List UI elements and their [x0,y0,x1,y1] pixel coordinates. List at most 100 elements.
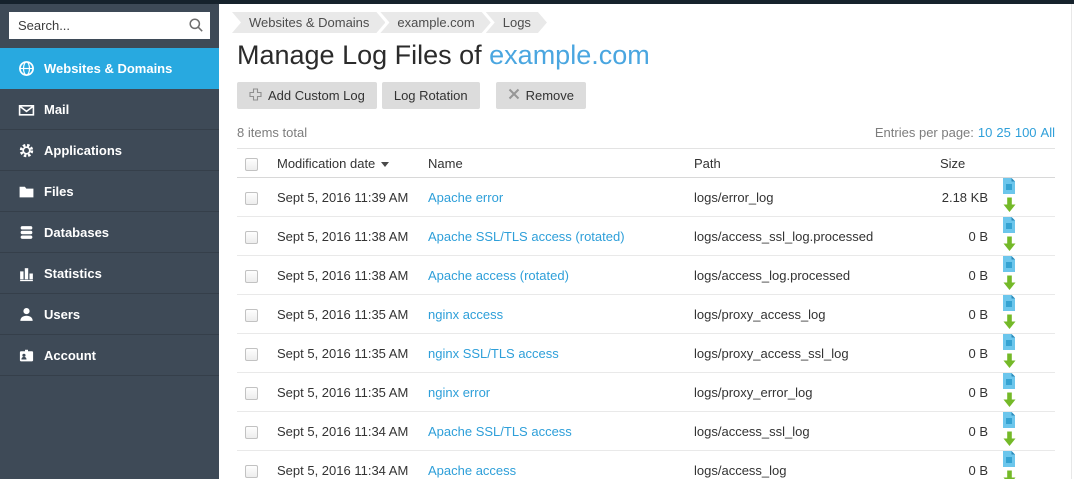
page-title: Manage Log Files of example.com [237,39,1055,71]
row-checkbox[interactable] [245,269,258,283]
download-log-icon[interactable] [1002,353,1017,372]
table-row: Sept 5, 2016 11:35 AM nginx access logs/… [237,295,1055,334]
log-rotation-label: Log Rotation [393,88,468,104]
entries-per-page: Entries per page: 10 25 100 All [875,125,1055,140]
view-log-icon[interactable] [1002,334,1016,353]
log-path: logs/access_log [694,462,787,478]
view-log-icon[interactable] [1002,178,1016,197]
breadcrumb-item[interactable]: example.com [380,12,490,33]
remove-label: Remove [525,88,574,104]
log-name-link[interactable]: Apache access [428,463,516,478]
mail-icon [18,101,35,118]
sidebar: Websites & Domains Mail Applications Fil… [0,4,219,479]
breadcrumb: Websites & Domains example.com Logs [237,12,1055,33]
log-name-link[interactable]: nginx access [428,307,503,322]
table-row: Sept 5, 2016 11:38 AM Apache access (rot… [237,256,1055,295]
breadcrumb-item[interactable]: Logs [486,12,547,33]
log-name-link[interactable]: Apache SSL/TLS access (rotated) [428,229,625,244]
view-log-icon[interactable] [1002,373,1016,392]
column-header-modification-date[interactable]: Modification date [277,149,428,178]
table-row: Sept 5, 2016 11:35 AM nginx SSL/TLS acce… [237,334,1055,373]
table-row: Sept 5, 2016 11:39 AM Apache error logs/… [237,178,1055,217]
download-log-icon[interactable] [1002,236,1017,255]
bar-chart-icon [18,265,35,282]
sidebar-item-statistics[interactable]: Statistics [0,253,219,294]
sidebar-item-mail[interactable]: Mail [0,89,219,130]
log-size: 0 B [968,306,988,322]
row-checkbox[interactable] [245,347,258,361]
entries-per-page-label: Entries per page: [874,125,974,141]
sidebar-item-databases[interactable]: Databases [0,212,219,253]
sidebar-item-users[interactable]: Users [0,294,219,335]
log-size: 0 B [968,267,988,283]
log-name-link[interactable]: nginx error [428,385,490,400]
modification-date: Sept 5, 2016 11:35 AM [277,384,409,400]
folder-icon [18,183,35,200]
log-size: 2.18 KB [941,189,988,205]
page-size-option[interactable]: 25 [996,125,1010,140]
sidebar-item-label: Websites & Domains [44,60,173,76]
modification-date: Sept 5, 2016 11:39 AM [277,189,409,205]
download-log-icon[interactable] [1002,470,1017,479]
log-name-link[interactable]: Apache error [428,190,503,205]
table-row: Sept 5, 2016 11:35 AM nginx error logs/p… [237,373,1055,412]
row-checkbox[interactable] [245,191,258,205]
view-log-icon[interactable] [1002,295,1016,314]
page-size-option[interactable]: All [1041,125,1055,140]
sort-caret-icon [381,161,390,167]
log-path: logs/access_ssl_log.processed [694,228,874,244]
sidebar-item-files[interactable]: Files [0,171,219,212]
sidebar-item-label: Account [44,347,96,363]
globe-icon [18,60,35,77]
log-path: logs/proxy_access_log [694,306,826,322]
database-icon [18,224,35,241]
sidebar-item-applications[interactable]: Applications [0,130,219,171]
page-title-domain-link[interactable]: example.com [489,40,650,70]
log-path: logs/proxy_error_log [694,384,813,400]
row-checkbox[interactable] [245,425,258,439]
add-custom-log-label: Add Custom Log [268,88,365,104]
search-input[interactable] [9,12,210,39]
items-total: 8 items total [237,125,308,141]
view-log-icon[interactable] [1002,217,1016,236]
select-all-checkbox[interactable] [245,157,258,171]
table-row: Sept 5, 2016 11:38 AM Apache SSL/TLS acc… [237,217,1055,256]
view-log-icon[interactable] [1002,256,1016,275]
list-info-top: 8 items total Entries per page: 10 25 100 Al… [237,125,1055,140]
sidebar-item-account[interactable]: Account [0,335,219,376]
modification-date: Sept 5, 2016 11:34 AM [277,462,409,478]
row-checkbox[interactable] [245,464,258,478]
column-header-size[interactable]: Size [940,149,992,178]
page-size-option[interactable]: 10 [978,125,992,140]
gear-icon [18,142,35,159]
log-name-link[interactable]: Apache SSL/TLS access [428,424,572,439]
sidebar-item-websites-domains[interactable]: Websites & Domains [0,48,219,89]
log-name-link[interactable]: nginx SSL/TLS access [428,346,559,361]
add-custom-log-button[interactable]: Add Custom Log [237,82,377,110]
column-header-name[interactable]: Name [428,149,694,178]
row-checkbox[interactable] [245,230,258,244]
search-icon[interactable] [188,17,204,38]
view-log-icon[interactable] [1002,451,1016,470]
sidebar-item-label: Statistics [44,265,102,281]
breadcrumb-item[interactable]: Websites & Domains [232,12,385,33]
log-path: logs/access_ssl_log [694,423,810,439]
table-row: Sept 5, 2016 11:34 AM Apache SSL/TLS acc… [237,412,1055,451]
user-icon [18,306,35,323]
row-checkbox[interactable] [245,308,258,322]
download-log-icon[interactable] [1002,314,1017,333]
download-log-icon[interactable] [1002,197,1017,216]
download-log-icon[interactable] [1002,392,1017,411]
remove-button[interactable]: Remove [495,82,586,110]
log-rotation-button[interactable]: Log Rotation [381,82,480,110]
modification-date: Sept 5, 2016 11:38 AM [277,267,409,283]
log-size: 0 B [968,462,988,478]
log-files-table: Modification date Name Path Size Sept 5,… [237,148,1055,479]
row-checkbox[interactable] [245,386,258,400]
view-log-icon[interactable] [1002,412,1016,431]
log-name-link[interactable]: Apache access (rotated) [428,268,569,283]
column-header-path[interactable]: Path [694,149,940,178]
page-size-option[interactable]: 100 [1015,125,1037,140]
download-log-icon[interactable] [1002,275,1017,294]
download-log-icon[interactable] [1002,431,1017,450]
